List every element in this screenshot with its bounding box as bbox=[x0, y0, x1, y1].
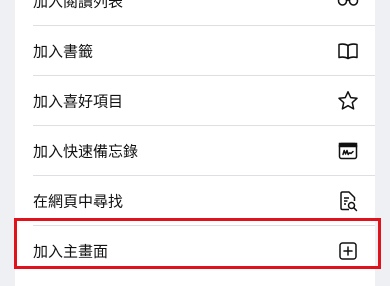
menu-item-label: 在網頁中尋找 bbox=[33, 192, 124, 211]
menu-item-label: 加入書籤 bbox=[33, 42, 94, 61]
menu-item-add-bookmark[interactable]: 加入書籤 bbox=[15, 26, 375, 76]
glasses-icon bbox=[336, 0, 360, 13]
menu-item-label: 加入快速備忘錄 bbox=[33, 142, 139, 161]
find-in-page-icon bbox=[336, 189, 360, 213]
menu-item-add-quick-note[interactable]: 加入快速備忘錄 bbox=[15, 126, 375, 176]
menu-item-add-reading-list[interactable]: 加入閱讀列表 bbox=[15, 0, 375, 26]
menu-item-label: 加入閱讀列表 bbox=[33, 0, 124, 11]
add-square-icon bbox=[336, 239, 360, 263]
star-icon bbox=[336, 89, 360, 113]
book-icon bbox=[336, 39, 360, 63]
menu-item-label: 加入主畫面 bbox=[33, 242, 109, 261]
menu-item-label: 加入喜好項目 bbox=[33, 92, 124, 111]
quick-note-icon bbox=[336, 139, 360, 163]
share-menu: 加入閱讀列表 加入書籤 加入喜好項目 加入快速備忘錄 在網頁中尋找 加入主畫面 bbox=[15, 0, 375, 286]
menu-item-add-favorites[interactable]: 加入喜好項目 bbox=[15, 76, 375, 126]
menu-item-find-in-page[interactable]: 在網頁中尋找 bbox=[15, 176, 375, 226]
menu-item-add-to-home-screen[interactable]: 加入主畫面 bbox=[15, 226, 375, 276]
